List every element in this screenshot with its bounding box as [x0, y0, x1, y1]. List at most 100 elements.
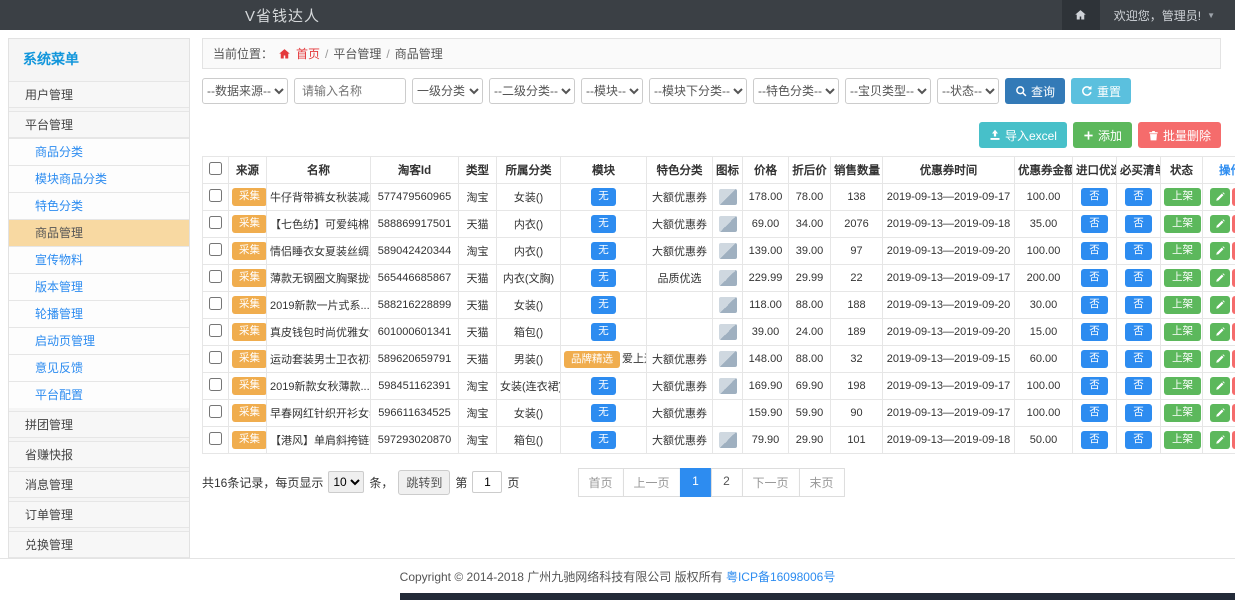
sidebar-item[interactable]: 商品管理: [9, 219, 189, 246]
sidebar-item[interactable]: 模块商品分类: [9, 165, 189, 192]
module-badge[interactable]: 无: [591, 188, 616, 205]
filter-select-data-source[interactable]: --数据来源--: [202, 78, 288, 104]
edit-button[interactable]: [1210, 215, 1230, 233]
sidebar-item[interactable]: 拼团管理: [9, 411, 189, 438]
must-buy-toggle[interactable]: 否: [1125, 188, 1152, 205]
must-buy-toggle[interactable]: 否: [1125, 215, 1152, 232]
sidebar-item[interactable]: 启动页管理: [9, 327, 189, 354]
row-checkbox[interactable]: [209, 405, 222, 418]
module-badge[interactable]: 品牌精选: [564, 351, 620, 368]
delete-button[interactable]: [1232, 269, 1235, 287]
must-buy-toggle[interactable]: 否: [1125, 431, 1152, 448]
sidebar-item[interactable]: 平台配置: [9, 381, 189, 408]
name-search-input[interactable]: [294, 78, 406, 104]
module-badge[interactable]: 无: [591, 242, 616, 259]
module-badge[interactable]: 无: [591, 431, 616, 448]
page-button[interactable]: 末页: [799, 468, 845, 497]
edit-button[interactable]: [1210, 323, 1230, 341]
imported-toggle[interactable]: 否: [1081, 323, 1108, 340]
sidebar-item[interactable]: 意见反馈: [9, 354, 189, 381]
page-input[interactable]: [472, 471, 502, 493]
sidebar-item[interactable]: 用户管理: [9, 81, 189, 108]
status-button[interactable]: 上架: [1164, 269, 1201, 286]
sidebar-item[interactable]: 轮播管理: [9, 300, 189, 327]
jump-button[interactable]: 跳转到: [398, 470, 450, 495]
filter-select-status[interactable]: --状态--: [937, 78, 999, 104]
must-buy-toggle[interactable]: 否: [1125, 350, 1152, 367]
sidebar-item[interactable]: 特色分类: [9, 192, 189, 219]
filter-select-module-subcategory[interactable]: --模块下分类--: [649, 78, 747, 104]
module-badge[interactable]: 无: [591, 377, 616, 394]
row-checkbox[interactable]: [209, 351, 222, 364]
batch-delete-button[interactable]: 批量删除: [1138, 122, 1221, 148]
status-button[interactable]: 上架: [1164, 323, 1201, 340]
filter-select-level2-category[interactable]: --二级分类--: [489, 78, 575, 104]
edit-button[interactable]: [1210, 242, 1230, 260]
user-menu[interactable]: 欢迎您，管理员! ▼: [1100, 0, 1235, 30]
status-button[interactable]: 上架: [1164, 431, 1201, 448]
status-button[interactable]: 上架: [1164, 188, 1201, 205]
page-button[interactable]: 上一页: [622, 468, 680, 497]
row-checkbox[interactable]: [209, 243, 222, 256]
edit-button[interactable]: [1210, 269, 1230, 287]
add-button[interactable]: 添加: [1073, 122, 1132, 148]
imported-toggle[interactable]: 否: [1081, 188, 1108, 205]
sidebar-item[interactable]: 商品分类: [9, 138, 189, 165]
sidebar-item[interactable]: 省赚快报: [9, 441, 189, 468]
delete-button[interactable]: [1232, 431, 1235, 449]
filter-select-module[interactable]: --模块--: [581, 78, 643, 104]
select-all-checkbox[interactable]: [209, 162, 222, 175]
delete-button[interactable]: [1232, 350, 1235, 368]
import-excel-button[interactable]: 导入excel: [979, 122, 1067, 148]
module-badge[interactable]: 无: [591, 296, 616, 313]
imported-toggle[interactable]: 否: [1081, 431, 1108, 448]
filter-select-level1-category[interactable]: 一级分类: [412, 78, 483, 104]
page-button[interactable]: 1: [680, 468, 712, 497]
delete-button[interactable]: [1232, 323, 1235, 341]
must-buy-toggle[interactable]: 否: [1125, 296, 1152, 313]
imported-toggle[interactable]: 否: [1081, 296, 1108, 313]
row-checkbox[interactable]: [209, 324, 222, 337]
page-button[interactable]: 首页: [577, 468, 623, 497]
page-button[interactable]: 2: [711, 468, 743, 497]
edit-button[interactable]: [1210, 188, 1230, 206]
imported-toggle[interactable]: 否: [1081, 404, 1108, 421]
per-page-select[interactable]: 10: [328, 471, 364, 493]
status-button[interactable]: 上架: [1164, 404, 1201, 421]
edit-button[interactable]: [1210, 431, 1230, 449]
must-buy-toggle[interactable]: 否: [1125, 377, 1152, 394]
edit-button[interactable]: [1210, 350, 1230, 368]
filter-select-item-type[interactable]: --宝贝类型--: [845, 78, 931, 104]
query-button[interactable]: 查询: [1005, 78, 1065, 104]
row-checkbox[interactable]: [209, 189, 222, 202]
delete-button[interactable]: [1232, 215, 1235, 233]
delete-button[interactable]: [1232, 404, 1235, 422]
module-badge[interactable]: 无: [591, 269, 616, 286]
sidebar-item[interactable]: 消息管理: [9, 471, 189, 498]
must-buy-toggle[interactable]: 否: [1125, 323, 1152, 340]
imported-toggle[interactable]: 否: [1081, 242, 1108, 259]
row-checkbox[interactable]: [209, 378, 222, 391]
row-checkbox[interactable]: [209, 270, 222, 283]
imported-toggle[interactable]: 否: [1081, 377, 1108, 394]
module-badge[interactable]: 无: [591, 323, 616, 340]
imported-toggle[interactable]: 否: [1081, 269, 1108, 286]
filter-select-feature-category[interactable]: --特色分类--: [753, 78, 839, 104]
edit-button[interactable]: [1210, 296, 1230, 314]
status-button[interactable]: 上架: [1164, 215, 1201, 232]
sidebar-item[interactable]: 兑换管理: [9, 531, 189, 558]
must-buy-toggle[interactable]: 否: [1125, 242, 1152, 259]
status-button[interactable]: 上架: [1164, 377, 1201, 394]
imported-toggle[interactable]: 否: [1081, 215, 1108, 232]
edit-button[interactable]: [1210, 377, 1230, 395]
module-badge[interactable]: 无: [591, 215, 616, 232]
status-button[interactable]: 上架: [1164, 242, 1201, 259]
icp-link[interactable]: 粤ICP备16098006号: [726, 570, 835, 584]
must-buy-toggle[interactable]: 否: [1125, 269, 1152, 286]
sidebar-item[interactable]: 订单管理: [9, 501, 189, 528]
row-checkbox[interactable]: [209, 216, 222, 229]
row-checkbox[interactable]: [209, 297, 222, 310]
sidebar-item[interactable]: 宣传物料: [9, 246, 189, 273]
delete-button[interactable]: [1232, 377, 1235, 395]
sidebar-item[interactable]: 平台管理: [9, 111, 189, 138]
